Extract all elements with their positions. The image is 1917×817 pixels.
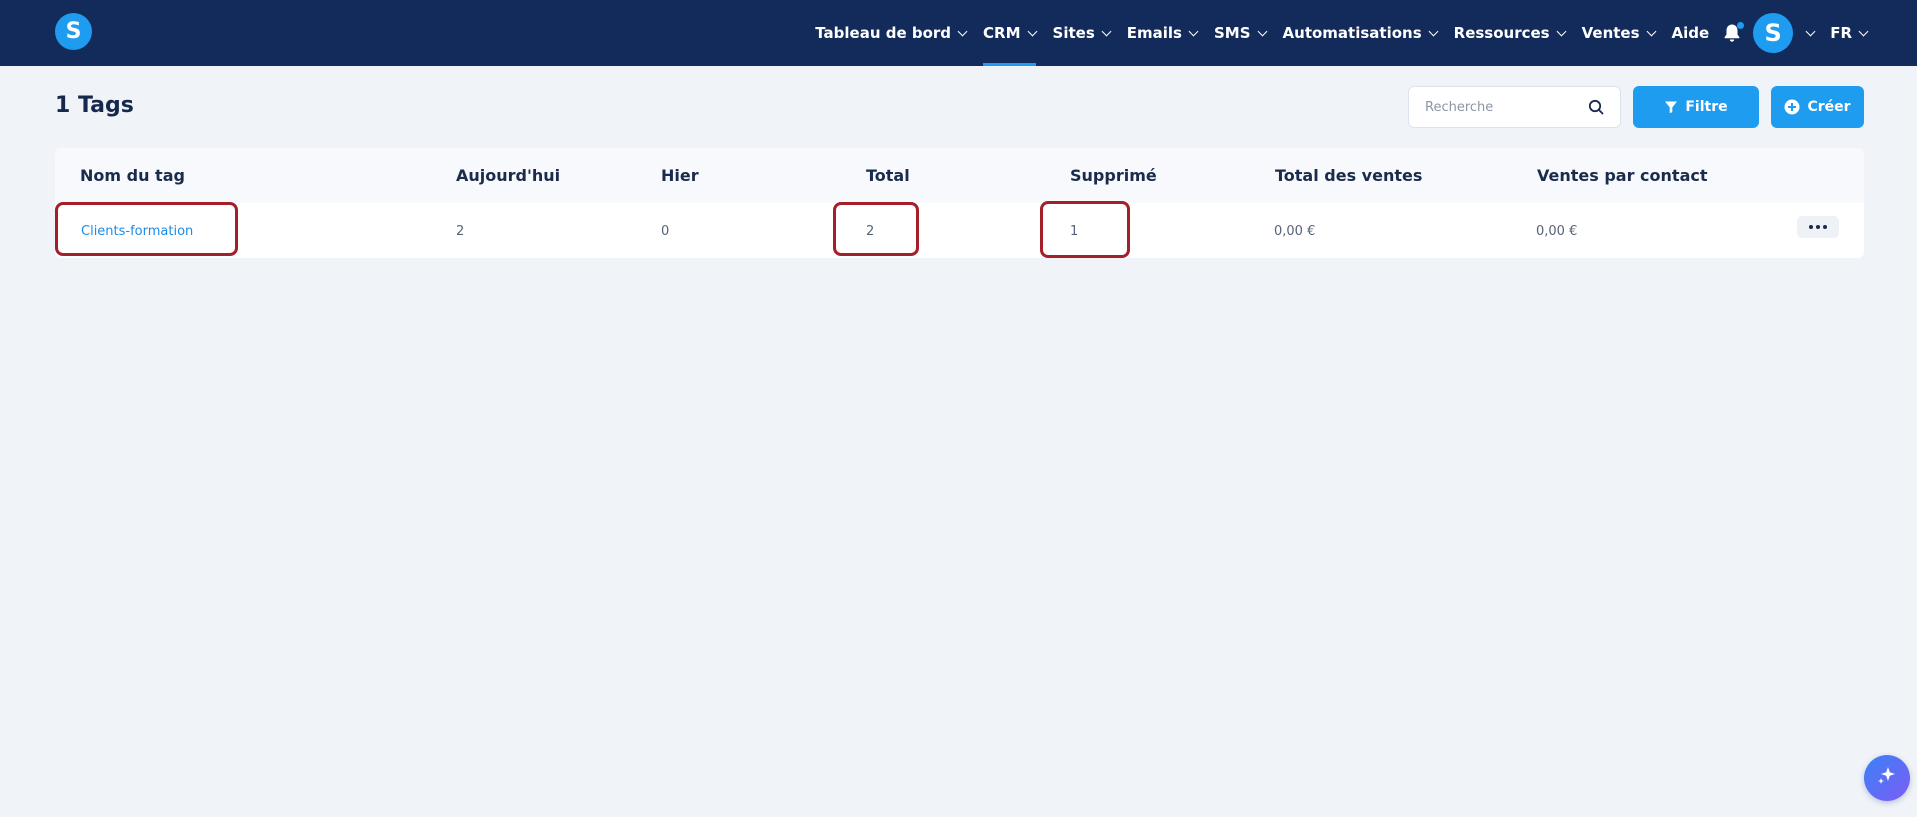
- nav-sms[interactable]: SMS: [1213, 0, 1267, 66]
- highlight-box-name: [55, 202, 238, 256]
- cell-total-sales: 0,00 €: [1274, 224, 1316, 239]
- chevron-down-icon: [1858, 26, 1869, 36]
- nav-emails[interactable]: Emails: [1126, 0, 1199, 66]
- logo-letter: S: [65, 19, 82, 44]
- nav-label: Aide: [1671, 24, 1710, 42]
- nav-crm[interactable]: CRM: [983, 0, 1037, 66]
- chevron-down-icon: [1805, 26, 1816, 36]
- language-label: FR: [1830, 24, 1852, 42]
- nav-sites[interactable]: Sites: [1052, 0, 1112, 66]
- page-title: 1 Tags: [55, 93, 134, 118]
- nav-label: Emails: [1126, 24, 1182, 42]
- app-logo[interactable]: S: [55, 13, 92, 50]
- table-row: Clients-formation 2 0 2 1 0,00 € 0,00 €: [55, 203, 1864, 258]
- column-header-total-sales[interactable]: Total des ventes: [1275, 166, 1422, 185]
- ai-assistant-button[interactable]: [1864, 755, 1910, 801]
- nav-help[interactable]: Aide: [1672, 0, 1710, 66]
- chevron-down-icon: [957, 26, 968, 36]
- chevron-down-icon: [1556, 26, 1567, 36]
- column-header-sales-per-contact[interactable]: Ventes par contact: [1537, 166, 1708, 185]
- nav-resources[interactable]: Ressources: [1453, 0, 1567, 66]
- highlight-box-total: [833, 202, 919, 256]
- nav-label: Automatisations: [1282, 24, 1422, 42]
- top-navbar: S Tableau de bord CRM Sites Emails SMS A…: [0, 0, 1917, 66]
- highlight-box-deleted: [1040, 201, 1130, 258]
- more-dots-icon: [1809, 225, 1813, 229]
- nav-label: Tableau de bord: [815, 24, 952, 42]
- avatar-letter: S: [1764, 19, 1782, 47]
- column-header-deleted[interactable]: Supprimé: [1070, 166, 1157, 185]
- cell-today: 2: [456, 224, 465, 239]
- chevron-down-icon: [1027, 26, 1037, 36]
- nav-label: SMS: [1213, 24, 1251, 42]
- search-box: [1408, 86, 1621, 128]
- search-icon[interactable]: [1588, 99, 1604, 119]
- search-input[interactable]: [1425, 99, 1575, 115]
- nav-label: Ressources: [1453, 24, 1550, 42]
- filter-icon: [1664, 100, 1678, 114]
- row-actions-button[interactable]: [1797, 216, 1839, 238]
- column-header-today[interactable]: Aujourd'hui: [456, 166, 560, 185]
- cell-sales-per-contact: 0,00 €: [1536, 224, 1578, 239]
- language-selector[interactable]: FR: [1830, 0, 1869, 66]
- cell-yesterday: 0: [661, 224, 670, 239]
- column-header-total[interactable]: Total: [866, 166, 910, 185]
- avatar[interactable]: S: [1753, 13, 1794, 53]
- nav-dashboard[interactable]: Tableau de bord: [815, 0, 968, 66]
- account-menu-toggle[interactable]: [1799, 0, 1816, 66]
- notification-dot: [1737, 22, 1745, 29]
- create-label: Créer: [1807, 99, 1851, 115]
- table-header: Nom du tag Aujourd'hui Hier Total Suppri…: [55, 148, 1864, 203]
- sparkle-icon: [1875, 764, 1899, 792]
- main-nav: Tableau de bord CRM Sites Emails SMS Aut…: [798, 0, 1869, 66]
- create-button[interactable]: Créer: [1771, 86, 1864, 128]
- notification-bell-icon[interactable]: [1723, 22, 1745, 43]
- nav-label: Sites: [1052, 24, 1095, 42]
- column-header-yesterday[interactable]: Hier: [661, 166, 699, 185]
- column-header-name[interactable]: Nom du tag: [80, 166, 185, 185]
- chevron-down-icon: [1428, 26, 1439, 36]
- nav-label: Ventes: [1581, 24, 1640, 42]
- nav-label: CRM: [983, 24, 1021, 42]
- nav-automations[interactable]: Automatisations: [1282, 0, 1439, 66]
- chevron-down-icon: [1257, 26, 1267, 36]
- filter-label: Filtre: [1685, 99, 1728, 115]
- chevron-down-icon: [1646, 26, 1656, 36]
- chevron-down-icon: [1188, 26, 1199, 36]
- nav-sales[interactable]: Ventes: [1581, 0, 1656, 66]
- chevron-down-icon: [1101, 26, 1112, 36]
- filter-button[interactable]: Filtre: [1633, 86, 1759, 128]
- tags-table: Nom du tag Aujourd'hui Hier Total Suppri…: [55, 148, 1864, 258]
- plus-circle-icon: [1784, 99, 1800, 115]
